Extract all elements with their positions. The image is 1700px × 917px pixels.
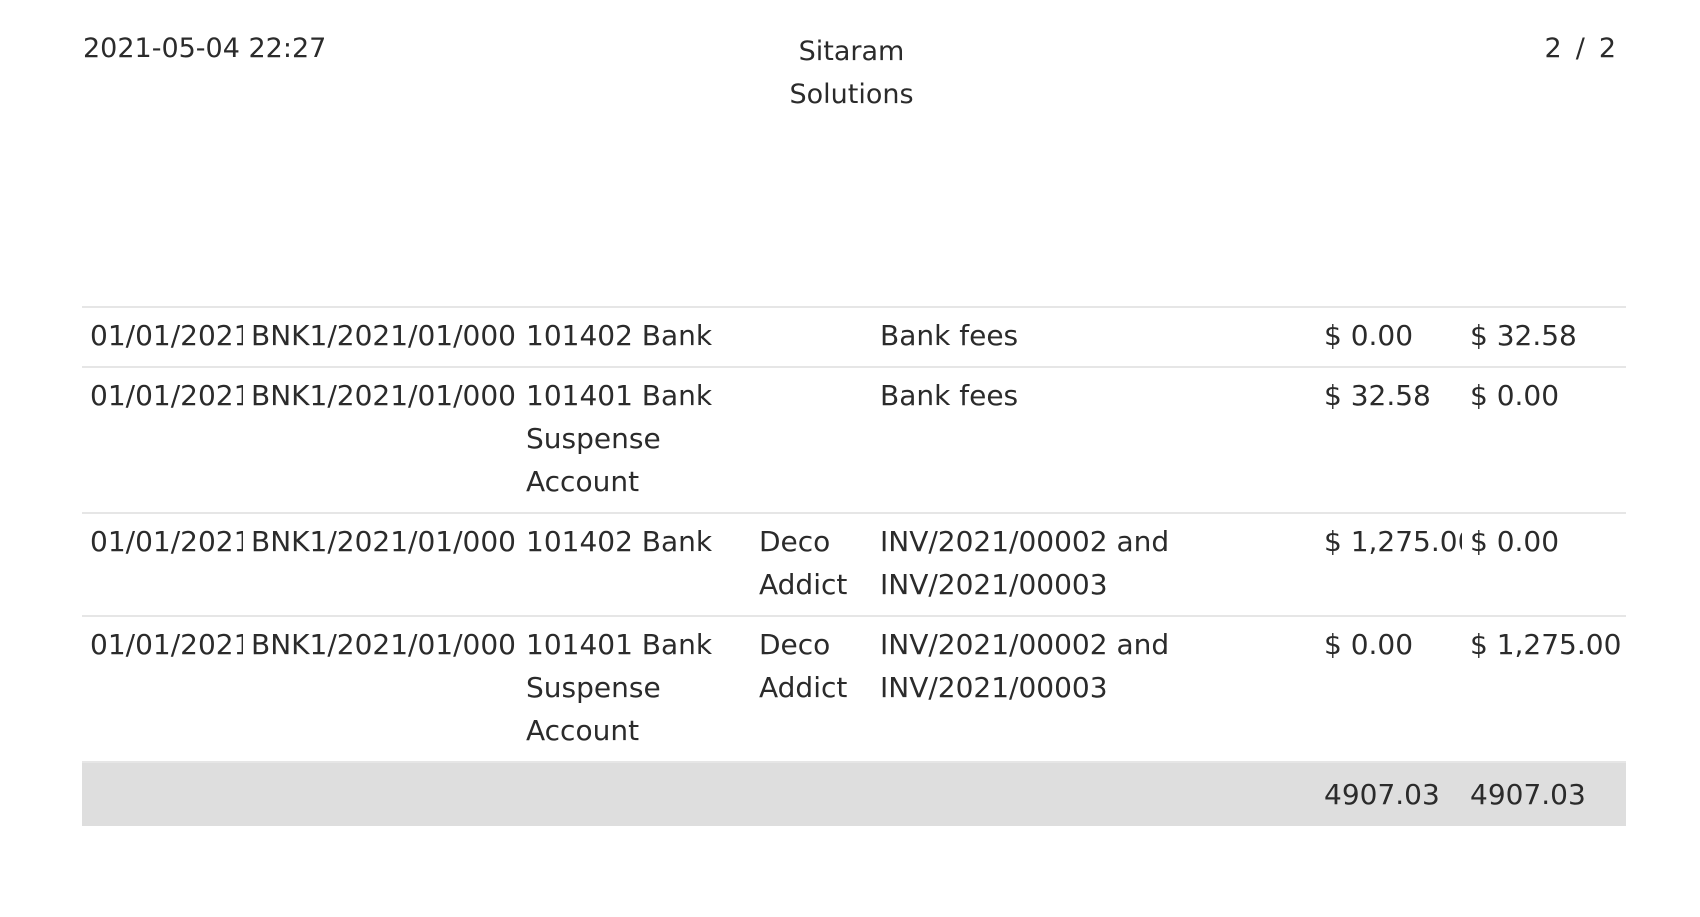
row-debit: $ 0.00 (1316, 306, 1462, 367)
row-date: 01/01/2021 (82, 306, 243, 367)
row-debit: $ 1,275.00 (1316, 512, 1462, 616)
row-partner (751, 366, 872, 513)
row-credit: $ 1,275.00 (1462, 615, 1626, 763)
row-credit: $ 0.00 (1462, 366, 1626, 513)
row-partner (751, 306, 872, 367)
row-date: 01/01/2021 (82, 615, 243, 763)
row-debit: $ 32.58 (1316, 366, 1462, 513)
row-label: INV/2021/00002 and INV/2021/00003 (872, 512, 1316, 616)
row-date: 01/01/2021 (82, 366, 243, 513)
row-label: Bank fees (872, 306, 1316, 367)
table-row: 01/01/2021 BNK1/2021/01/0002 101401 Bank… (82, 366, 1626, 513)
total-credit: 4907.03 (1462, 762, 1626, 826)
row-debit: $ 0.00 (1316, 615, 1462, 763)
page-header: 2021-05-04 22:27 Sitaram Solutions 2/2 (83, 30, 1620, 120)
table-row: 01/01/2021 BNK1/2021/01/0002 101402 Bank… (82, 306, 1626, 367)
page-current: 2 (1544, 33, 1562, 64)
row-entry: BNK1/2021/01/0002 (243, 306, 518, 367)
row-date: 01/01/2021 (82, 512, 243, 616)
table-row: 01/01/2021 BNK1/2021/01/0001 101401 Bank… (82, 615, 1626, 763)
journal-items-table: 01/01/2021 BNK1/2021/01/0002 101402 Bank… (82, 306, 1626, 826)
row-label: INV/2021/00002 and INV/2021/00003 (872, 615, 1316, 763)
row-partner: Deco Addict (751, 512, 872, 616)
totals-spacer (518, 762, 751, 826)
row-account: 101402 Bank (518, 512, 751, 616)
row-label: Bank fees (872, 366, 1316, 513)
row-partner: Deco Addict (751, 615, 872, 763)
company-name-line2: Solutions (789, 79, 914, 110)
totals-row: 4907.03 4907.03 (82, 762, 1626, 826)
row-entry: BNK1/2021/01/0002 (243, 366, 518, 513)
company-name: Sitaram Solutions (83, 30, 1620, 116)
row-credit: $ 0.00 (1462, 512, 1626, 616)
row-account: 101401 Bank Suspense Account (518, 366, 751, 513)
row-account: 101401 Bank Suspense Account (518, 615, 751, 763)
total-debit: 4907.03 (1316, 762, 1462, 826)
page-number: 2 / 2 (1545, 30, 1616, 68)
table-row: 01/01/2021 BNK1/2021/01/0001 101402 Bank… (82, 512, 1626, 616)
row-account: 101402 Bank (518, 306, 751, 367)
row-entry: BNK1/2021/01/0001 (243, 615, 518, 763)
totals-spacer (82, 762, 243, 826)
page-separator: / (1575, 33, 1585, 64)
page-total: 2 (1598, 33, 1616, 64)
company-name-line1: Sitaram (798, 36, 905, 67)
totals-spacer (872, 762, 1316, 826)
totals-spacer (751, 762, 872, 826)
row-credit: $ 32.58 (1462, 306, 1626, 367)
row-entry: BNK1/2021/01/0001 (243, 512, 518, 616)
totals-spacer (243, 762, 518, 826)
